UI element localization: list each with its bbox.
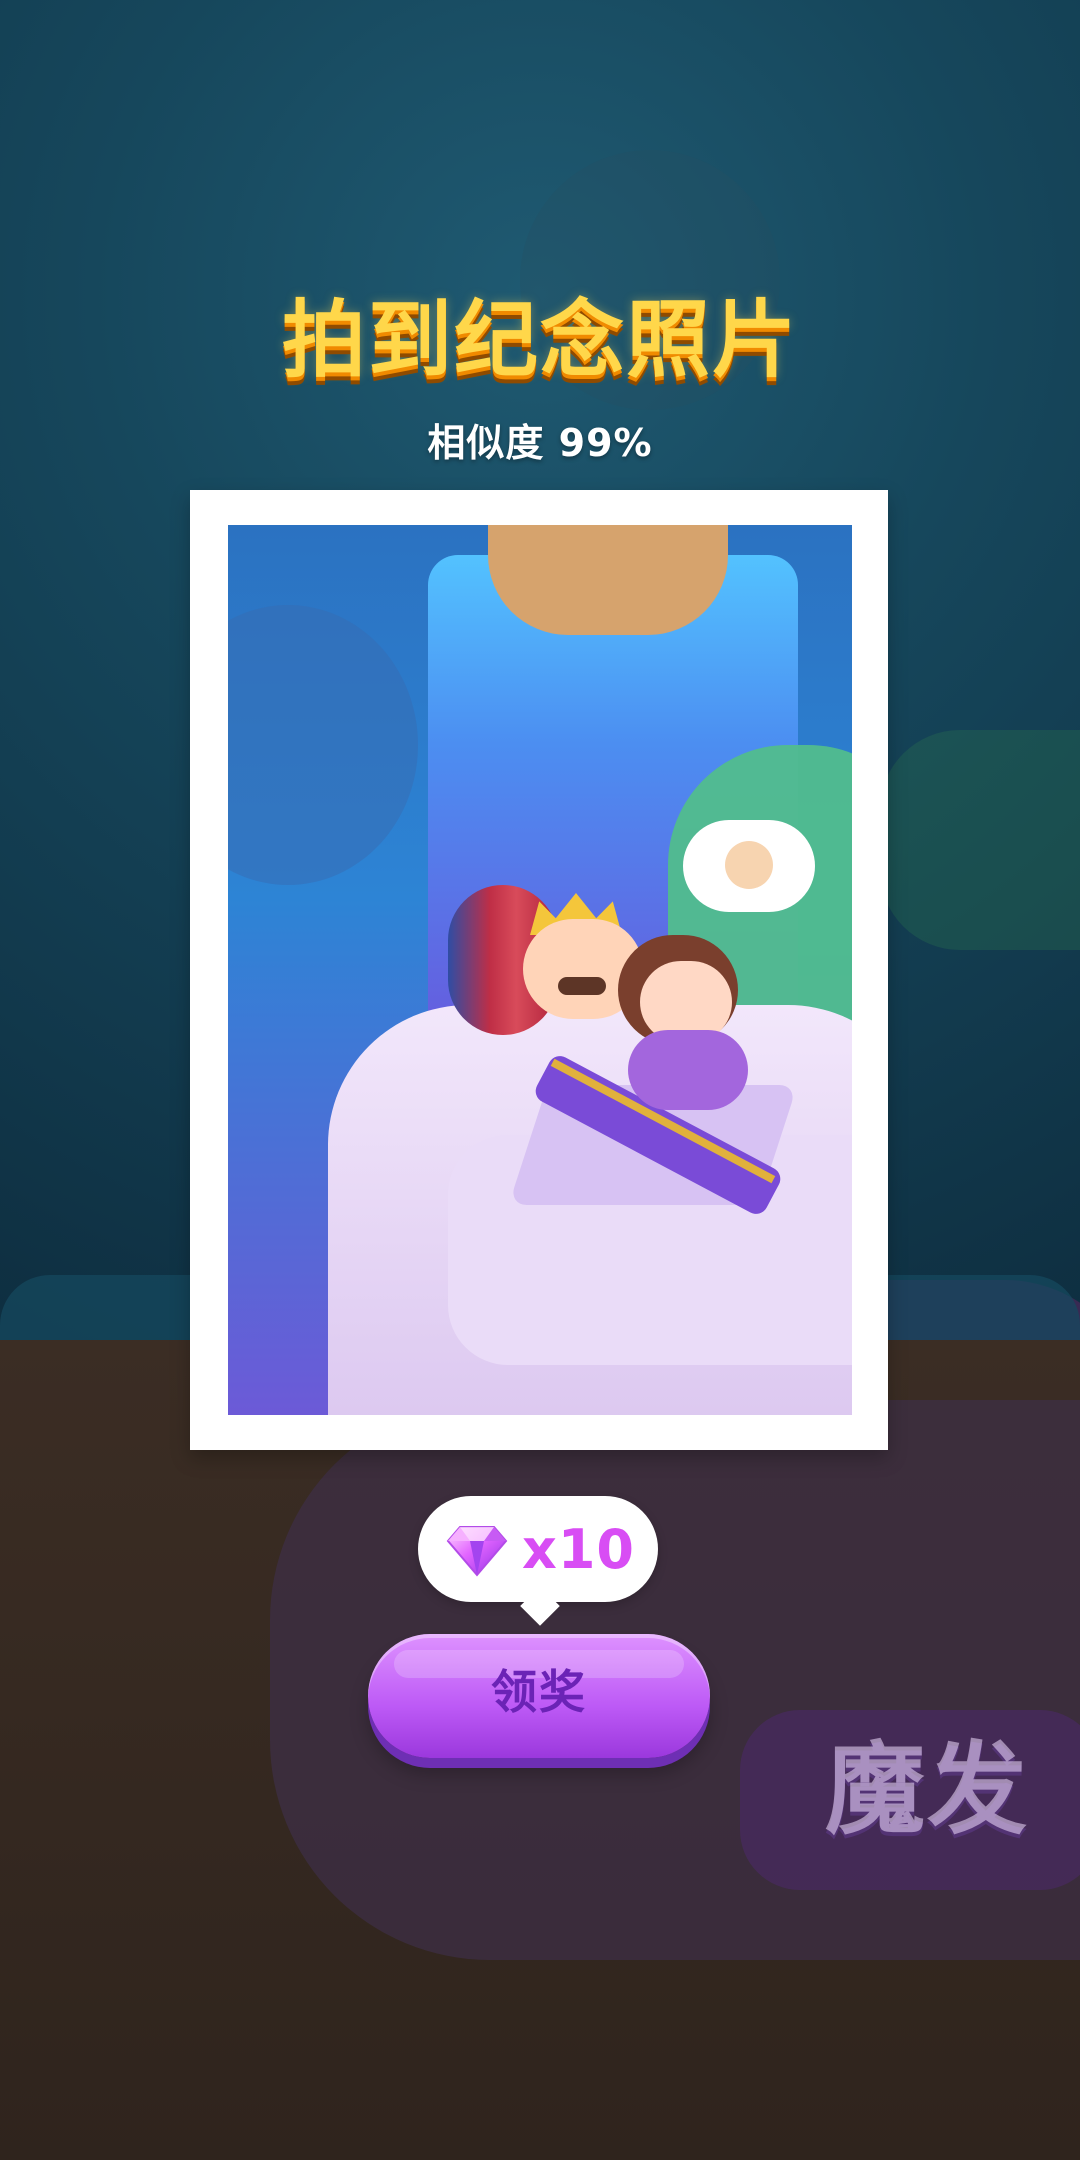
queen-dress [628, 1030, 748, 1110]
page-title: 拍到纪念照片 [281, 291, 798, 389]
gem-icon [446, 1523, 508, 1577]
queen-character [618, 935, 798, 1115]
memorial-photo [228, 525, 852, 1415]
claim-reward-button[interactable]: 领奖 [368, 1634, 710, 1758]
background-sign-text: 魔发 [825, 1731, 1029, 1848]
king-beard [558, 977, 606, 995]
reward-count: x10 [522, 1518, 635, 1581]
background-green-platform [880, 730, 1080, 950]
thought-bubble-face [725, 841, 773, 889]
reward-bubble: x10 [418, 1496, 658, 1602]
claim-reward-label: 领奖 [491, 1665, 587, 1719]
photo-tower-top [488, 525, 728, 635]
similarity-label: 相似度 99% [427, 421, 653, 465]
